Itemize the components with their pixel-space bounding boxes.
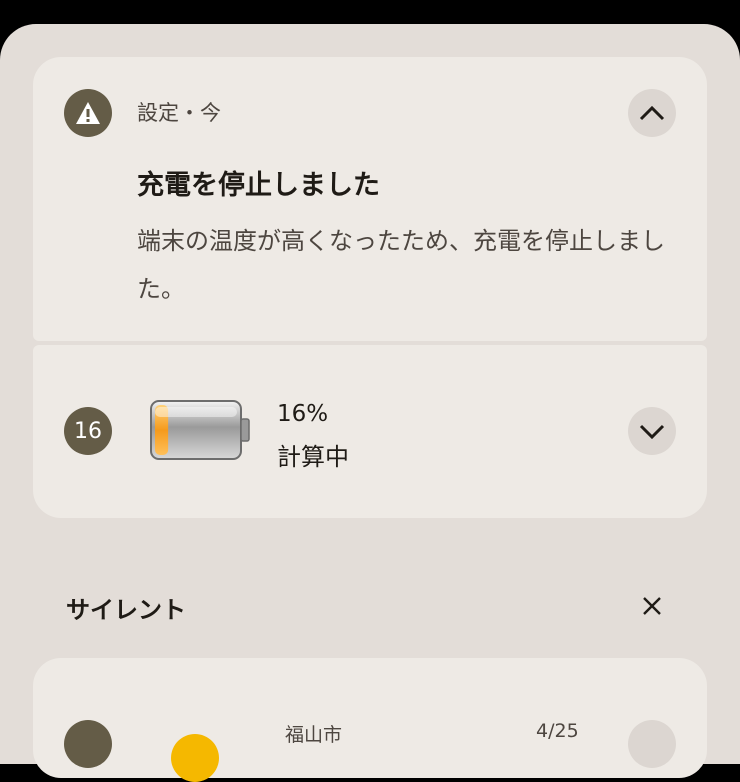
battery-icon bbox=[150, 400, 250, 460]
warning-icon bbox=[64, 89, 112, 137]
notification-app-meta: 設定・今 bbox=[137, 101, 221, 125]
battery-notification[interactable]: 16 16% 計算中 bbox=[33, 345, 707, 518]
chevron-down-icon bbox=[639, 424, 665, 439]
silent-section-title: サイレント bbox=[66, 596, 186, 624]
expand-button[interactable] bbox=[628, 407, 676, 455]
chevron-up-icon bbox=[639, 105, 665, 121]
battery-badge-text: 16 bbox=[74, 418, 102, 444]
battery-level-badge: 16 bbox=[64, 407, 112, 455]
weather-expand-button[interactable] bbox=[628, 720, 676, 768]
notification-title: 充電を停止しました bbox=[137, 170, 380, 201]
notification-body: 端末の温度が高くなったため、充電を停止しました。 bbox=[137, 227, 665, 303]
clear-silent-button[interactable] bbox=[634, 588, 670, 624]
weather-date: 4/25 bbox=[536, 720, 579, 742]
battery-percent: 16% bbox=[277, 401, 329, 427]
weather-notification[interactable]: 福山市 4/25 bbox=[33, 658, 707, 782]
sun-icon bbox=[171, 734, 219, 782]
collapse-button[interactable] bbox=[628, 89, 676, 137]
charging-stopped-notification[interactable]: 設定・今 充電を停止しました 端末の温度が高くなったため、充電を停止しました。 bbox=[33, 57, 707, 341]
close-icon bbox=[643, 597, 661, 615]
battery-status: 計算中 bbox=[277, 443, 349, 471]
weather-city: 福山市 bbox=[285, 724, 343, 746]
weather-app-icon bbox=[64, 720, 112, 768]
